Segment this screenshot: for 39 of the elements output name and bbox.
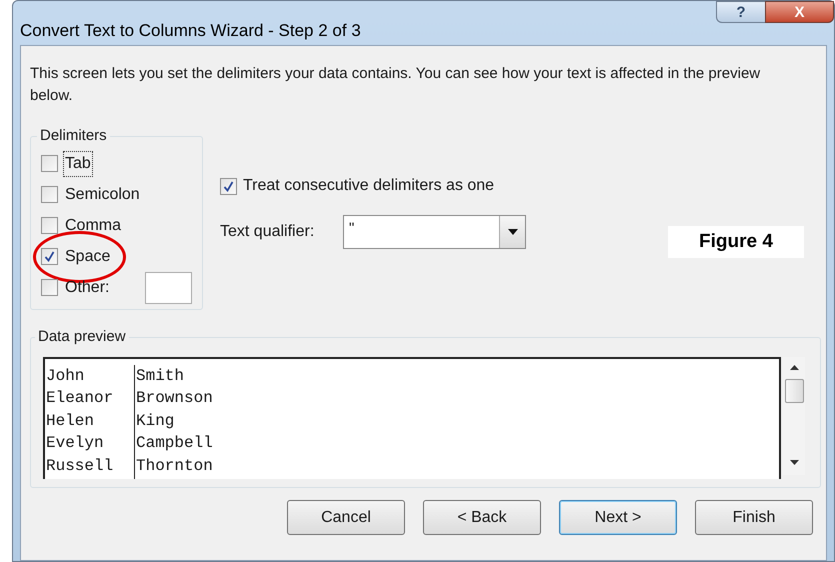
dropdown-value: " xyxy=(348,219,356,239)
instruction-text: This screen lets you set the delimiters your data contains. You can see how your text is affected in the preview below. xyxy=(30,64,762,106)
dialog-button[interactable]: Cancel xyxy=(287,500,405,535)
preview-cell-text: Evelyn xyxy=(45,433,105,454)
preview-cell-text: King xyxy=(135,410,176,432)
checkbox-label[interactable]: Treat consecutive delimiters as one xyxy=(243,174,494,198)
preview-cell-text: Smith xyxy=(135,366,186,386)
checkbox[interactable] xyxy=(41,155,58,172)
scroll-up-icon[interactable] xyxy=(790,364,798,370)
checkbox-label[interactable]: Semicolon xyxy=(63,182,142,208)
group-label: Delimiters xyxy=(39,126,108,146)
preview-cell-text: Brownson xyxy=(135,388,213,410)
checkbox[interactable] xyxy=(41,217,58,234)
figure-caption: Figure 4 xyxy=(699,230,773,254)
checkbox[interactable] xyxy=(220,178,237,194)
checkbox[interactable] xyxy=(41,279,58,296)
checkbox-label[interactable]: Comma xyxy=(63,212,124,238)
input-field[interactable] xyxy=(145,272,192,304)
preview-cell-text: John xyxy=(45,366,86,386)
group-label: Data preview xyxy=(37,327,127,347)
scroll-thumb[interactable] xyxy=(784,378,804,402)
dialog-button[interactable]: < Back xyxy=(423,500,541,535)
preview-cell-text: Campbell xyxy=(135,433,213,454)
checkbox[interactable] xyxy=(41,248,58,265)
preview-cell-text: Thornton xyxy=(135,456,213,477)
checkbox-label[interactable]: Other: xyxy=(63,274,112,300)
field-label: Text qualifier: xyxy=(220,222,316,242)
checkbox-label[interactable]: Tab xyxy=(63,150,93,176)
checkbox-label[interactable]: Space xyxy=(63,244,112,270)
dialog-button[interactable]: Finish xyxy=(695,500,813,535)
preview-cell-text: Helen xyxy=(45,410,96,432)
scroll-down-icon[interactable] xyxy=(790,460,798,464)
dialog-button[interactable]: Next > xyxy=(559,500,677,535)
preview-cell-text: Russell xyxy=(45,456,114,477)
window-title: Convert Text to Columns Wizard - Step 2 of 3 xyxy=(19,20,361,42)
preview-cell-text: Eleanor xyxy=(45,388,114,410)
help-button[interactable]: ? xyxy=(716,1,765,23)
qualifier-dropdown[interactable]: " xyxy=(343,215,526,249)
checkbox[interactable] xyxy=(41,186,58,203)
